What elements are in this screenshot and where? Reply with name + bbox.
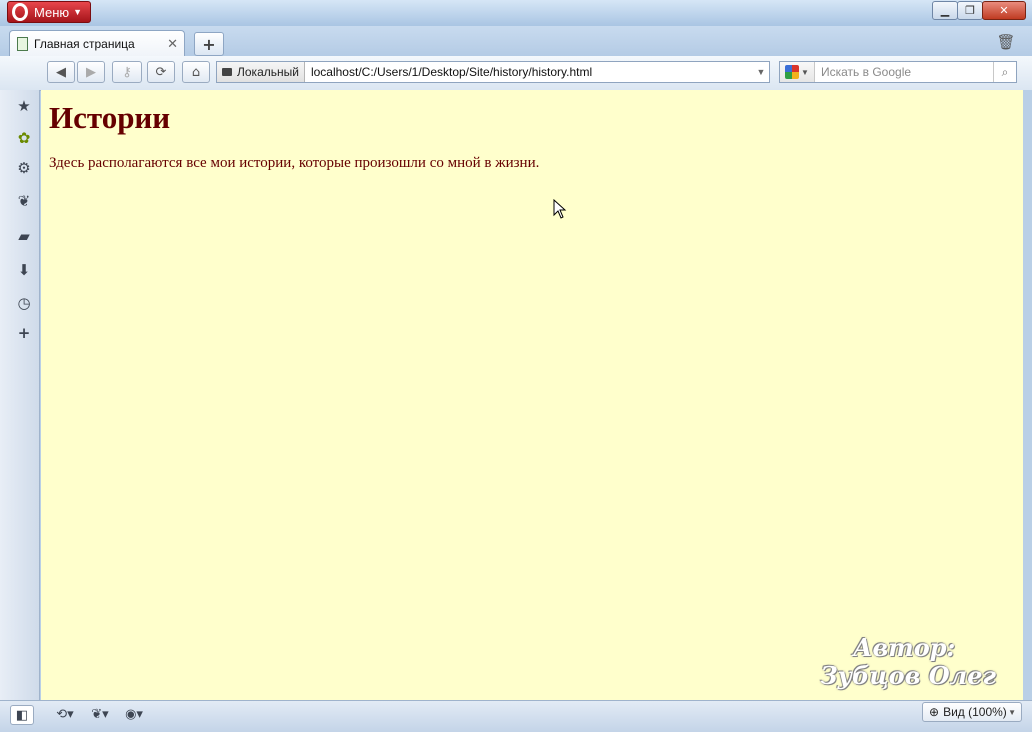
tab-strip: Главная страница ✕ + 🗑 (0, 26, 1032, 56)
watermark-line2: Зубцов Олег (820, 661, 996, 690)
page-paragraph: Здесь располагаются все мои истории, кот… (49, 155, 540, 171)
notes-icon[interactable]: ▰ (14, 226, 34, 246)
add-panel-icon[interactable]: + (14, 323, 34, 343)
unite-icon[interactable]: ❦ (14, 191, 34, 211)
magnifier-icon: ⊕ (929, 705, 940, 719)
title-bar: Меню ▼ ▁ ❐ ✕ (0, 0, 1032, 26)
new-tab-button[interactable]: + (194, 32, 224, 56)
reload-button[interactable]: ⟳ (147, 61, 175, 83)
page-title: Истории (49, 100, 171, 135)
address-url[interactable]: localhost/C:/Users/1/Desktop/Site/histor… (305, 65, 753, 79)
search-input[interactable]: Искать в Google (815, 65, 993, 79)
settings-icon[interactable]: ⚙ (14, 158, 34, 178)
address-bar[interactable]: Локальный localhost/C:/Users/1/Desktop/S… (216, 61, 770, 83)
zoom-label: Вид (100%) (943, 705, 1007, 719)
reload-icon: ⟳ (155, 64, 167, 80)
unite-status-icon[interactable]: ❦▾ (85, 705, 115, 723)
status-bar: ◧ ⟲▾ ❦▾ ◉▾ ⊕ Вид (100%) ▼ (0, 700, 1032, 732)
key-icon: ⚷ (122, 64, 132, 80)
back-button[interactable]: ◀ (47, 61, 75, 83)
tab-close-icon[interactable]: ✕ (167, 36, 178, 52)
navigation-toolbar: ◀ ▶ ⚷ ⟳ ⌂ Локальный localhost/C:/Users/1… (0, 56, 1032, 91)
search-engine-selector[interactable]: ▼ (780, 62, 815, 82)
page-icon (17, 36, 28, 51)
chevron-down-icon: ▼ (73, 7, 83, 17)
tab-label: Главная страница (34, 36, 135, 51)
local-badge-label: Локальный (237, 65, 299, 79)
search-box[interactable]: ▼ Искать в Google ⌕ (779, 61, 1017, 83)
close-window-button[interactable]: ✕ (982, 1, 1026, 20)
minimize-button[interactable]: ▁ (932, 1, 958, 20)
zoom-control[interactable]: ⊕ Вид (100%) ▼ (922, 702, 1022, 722)
opera-logo-icon (12, 3, 28, 21)
search-icon[interactable]: ⌕ (993, 62, 1016, 82)
google-icon (785, 65, 800, 79)
downloads-icon[interactable]: ⬇ (14, 260, 34, 280)
bookmarks-icon[interactable]: ★ (14, 96, 34, 116)
widgets-icon[interactable]: ✿ (14, 128, 34, 148)
window-right-edge (1023, 90, 1032, 700)
turbo-icon[interactable]: ◉▾ (118, 705, 150, 723)
sync-icon[interactable]: ⟲▾ (50, 705, 80, 723)
arrow-left-icon: ◀ (56, 64, 66, 80)
chevron-down-icon: ▼ (801, 67, 809, 77)
trash-icon[interactable]: 🗑 (996, 31, 1016, 53)
maximize-button[interactable]: ❐ (957, 1, 983, 20)
opera-menu-button[interactable]: Меню ▼ (7, 1, 91, 23)
forward-button[interactable]: ▶ (77, 61, 105, 83)
mouse-cursor-icon (553, 199, 567, 219)
local-badge[interactable]: Локальный (217, 62, 305, 82)
menu-button-label: Меню (34, 4, 70, 20)
home-button[interactable]: ⌂ (182, 61, 210, 83)
chevron-down-icon: ▼ (1008, 707, 1016, 717)
panel-toggle-icon[interactable]: ◧ (10, 705, 34, 725)
author-watermark: Автор: Зубцов Олег (820, 633, 996, 690)
side-panel: ★ ✿ ⚙ ❦ ▰ ⬇ ◷ + (0, 90, 40, 700)
chevron-down-icon[interactable]: ▼ (753, 67, 769, 77)
page-content: Истории Здесь располагаются все мои исто… (41, 90, 1023, 700)
tab-main-page[interactable]: Главная страница ✕ (9, 30, 185, 56)
wand-button[interactable]: ⚷ (112, 61, 142, 83)
home-icon: ⌂ (191, 64, 201, 80)
arrow-right-icon: ▶ (86, 64, 96, 80)
history-icon[interactable]: ◷ (14, 293, 34, 313)
computer-icon (222, 68, 232, 76)
watermark-line1: Автор: (853, 633, 956, 662)
